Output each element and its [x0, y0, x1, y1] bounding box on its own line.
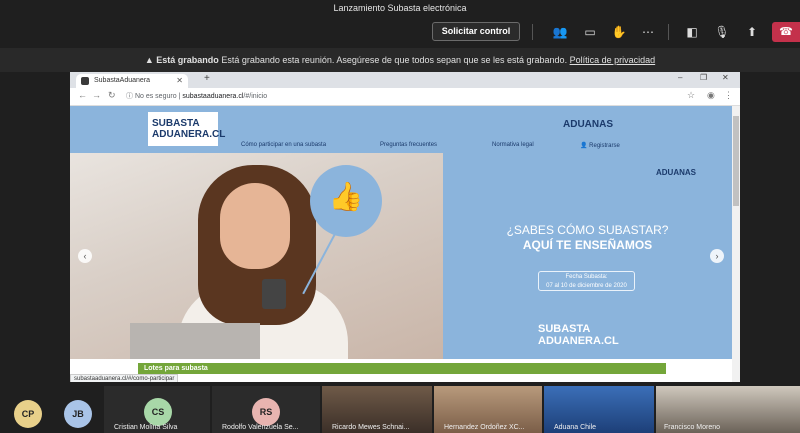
toolbar-divider [668, 24, 669, 40]
lotes-heading: Lotes para subasta [138, 363, 666, 374]
avatar: CP [14, 400, 42, 428]
chat-icon[interactable]: ▭ [582, 24, 598, 40]
more-icon[interactable]: ⋯ [640, 24, 656, 40]
toolbar-divider [532, 24, 533, 40]
mic-off-icon[interactable]: 🎙 [714, 24, 730, 40]
participant-video[interactable]: Hernandez Ordoñez XC... [434, 386, 542, 433]
thumbs-up-icon: 👍 [328, 181, 364, 212]
meeting-toolbar: Solicitar control 👥 ▭ ✋ ⋯ ◧ 🎙 ⬆ ☎ [0, 18, 800, 46]
participant-name: Cristian Molina Silva [114, 424, 178, 431]
forward-icon[interactable]: → [92, 90, 101, 100]
hero-aduanas-logo: ADUANAS [656, 168, 696, 177]
back-icon[interactable]: ← [78, 90, 87, 100]
browser-tab[interactable]: SubastaAduanera ✕ [76, 74, 188, 88]
user-icon: 👤 [580, 143, 588, 149]
participant-tile[interactable]: CS Cristian Molina Silva [104, 386, 210, 433]
nav-registrarse[interactable]: 👤 Registrarse [580, 142, 620, 149]
auction-date-box: Fecha Subasta: 07 al 10 de diciembre de … [538, 271, 635, 291]
scrollbar-thumb[interactable] [733, 116, 739, 206]
avatar: CS [144, 398, 172, 426]
info-icon: ⓘ [126, 93, 133, 100]
url-path: /#/inicio [243, 93, 268, 100]
participant-video[interactable]: Ricardo Mewes Schnai... [322, 386, 432, 433]
hangup-button[interactable]: ☎ [772, 22, 800, 42]
participant-name: Rodolfo Valenzuela Se... [222, 424, 299, 431]
address-field[interactable]: ⓘ No es seguro | subastaaduanera.cl/#/in… [126, 90, 686, 103]
warning-icon: ▲ [144, 55, 154, 65]
share-icon[interactable]: ⬆ [744, 24, 760, 40]
new-tab-icon[interactable]: + [204, 73, 210, 84]
nav-normativa[interactable]: Normativa legal [492, 142, 534, 148]
avatar: RS [252, 398, 280, 426]
hero-carousel: 👍 ADUANAS ¿SABES CÓMO SUBASTAR? AQUÍ TE … [70, 153, 732, 359]
hero-photo: 👍 [70, 153, 443, 359]
participant-name: Aduana Chile [554, 424, 597, 431]
people-icon[interactable]: 👥 [552, 24, 568, 40]
close-tab-icon[interactable]: ✕ [176, 74, 183, 88]
tab-title: SubastaAduanera [94, 77, 151, 84]
participant-tile[interactable]: CP JB [0, 386, 104, 433]
participant-name: Ricardo Mewes Schnai... [332, 424, 410, 431]
carousel-next-icon[interactable]: › [710, 249, 724, 263]
phone [262, 279, 286, 309]
recording-title: Está grabando [156, 55, 219, 65]
request-control-button[interactable]: Solicitar control [432, 22, 520, 41]
page-scrollbar[interactable] [732, 106, 740, 382]
site-logo[interactable]: SUBASTA ADUANERA.CL [148, 112, 225, 146]
meeting-title: Lanzamiento Subasta electrónica [0, 0, 800, 18]
address-bar-row: ← → ↻ ⓘ No es seguro | subastaaduanera.c… [70, 88, 740, 106]
hero-site-logo: SUBASTA ADUANERA.CL [538, 323, 619, 347]
recording-text: Está grabando esta reunión. Asegúrese de… [221, 55, 568, 65]
minimize-icon[interactable]: – [678, 73, 682, 82]
participant-name: Francisco Moreno [664, 424, 721, 431]
hangup-icon: ☎ [779, 26, 793, 38]
site-header: SUBASTA ADUANERA.CL ADUANAS Cómo partici… [70, 106, 732, 153]
profile-icon[interactable]: ◉ [707, 90, 715, 101]
hero-question: ¿SABES CÓMO SUBASTAR? [506, 223, 669, 237]
restore-icon[interactable]: ❐ [700, 73, 707, 82]
raise-hand-icon[interactable]: ✋ [611, 24, 627, 40]
nav-como-participar[interactable]: Cómo participar en una subasta [241, 142, 326, 148]
participant-tile[interactable]: RS Rodolfo Valenzuela Se... [212, 386, 320, 433]
participant-gallery: CP JB CS Cristian Molina Silva RS Rodolf… [0, 386, 800, 433]
participant-video[interactable]: Aduana Chile [544, 386, 654, 433]
carousel-prev-icon[interactable]: ‹ [78, 249, 92, 263]
aduanas-logo: ADUANAS [563, 119, 613, 130]
status-url: subastaaduanera.cl/#/como-participar [70, 374, 179, 382]
privacy-link[interactable]: Política de privacidad [570, 55, 656, 65]
camera-off-icon[interactable]: ◧ [684, 24, 700, 40]
browser-tab-strip: SubastaAduanera ✕ + – ❐ ✕ [70, 72, 740, 88]
reload-icon[interactable]: ↻ [108, 90, 116, 101]
favicon-icon [81, 77, 89, 85]
browser-menu-icon[interactable]: ⋮ [724, 90, 733, 101]
not-secure-label: No es seguro [134, 93, 177, 100]
person-face [220, 183, 290, 269]
participant-name: Hernandez Ordoñez XC... [444, 424, 525, 431]
laptop [130, 323, 260, 359]
nav-preguntas[interactable]: Preguntas frecuentes [380, 142, 437, 148]
url-domain: subastaaduanera.cl [182, 93, 244, 100]
bookmark-star-icon[interactable]: ☆ [687, 90, 695, 101]
shared-screen: SubastaAduanera ✕ + – ❐ ✕ ← → ↻ ⓘ No es … [70, 72, 740, 382]
hero-answer: AQUÍ TE ENSEÑAMOS [522, 238, 653, 252]
participant-video[interactable]: Francisco Moreno [656, 386, 800, 433]
avatar: JB [64, 400, 92, 428]
close-window-icon[interactable]: ✕ [722, 73, 729, 82]
recording-banner: ▲ Está grabando Está grabando esta reuni… [0, 48, 800, 72]
website: SUBASTA ADUANERA.CL ADUANAS Cómo partici… [70, 106, 732, 382]
